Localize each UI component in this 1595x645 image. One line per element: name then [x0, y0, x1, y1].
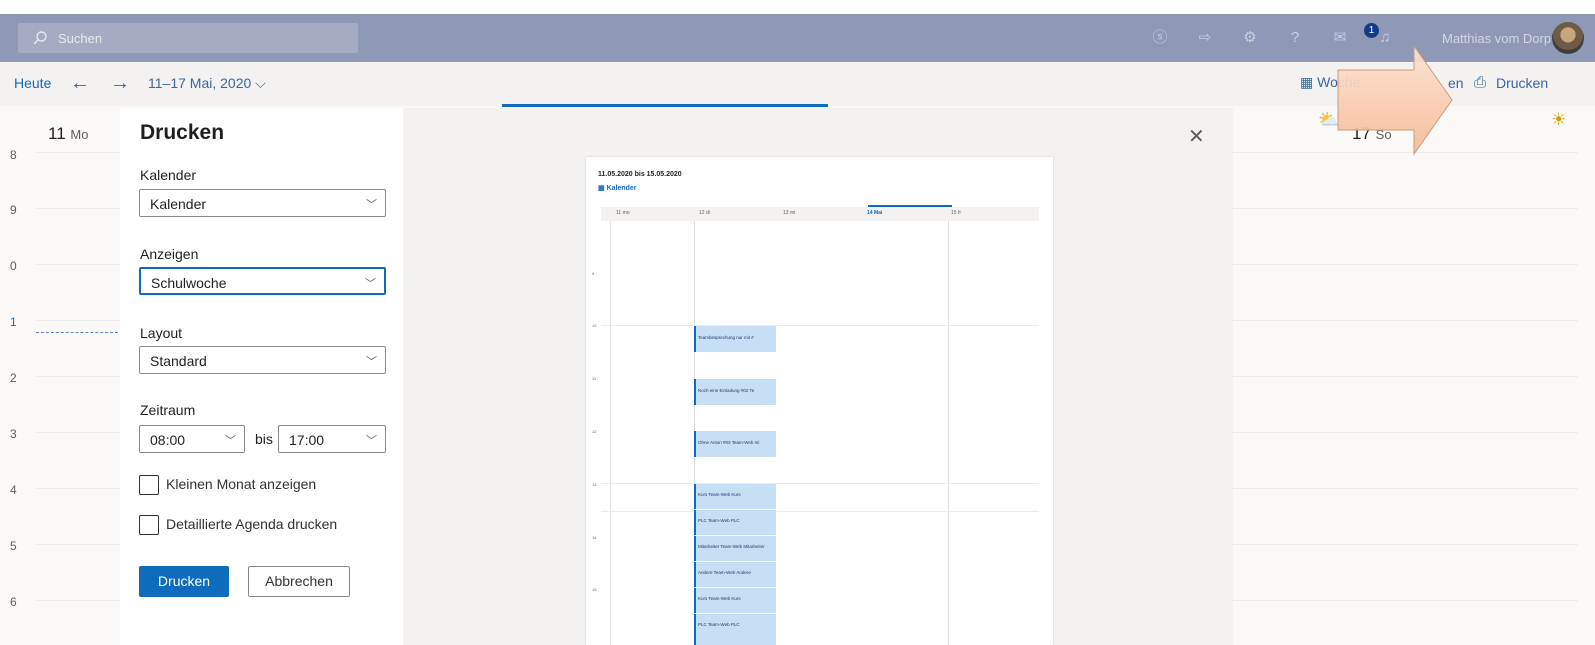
- preview-calendar-name: ▦ Kalender: [598, 184, 637, 192]
- end-time-value: 17:00: [289, 432, 325, 448]
- chevron-down-icon: ﹀: [366, 199, 377, 211]
- layout-select[interactable]: Standard ﹀: [139, 346, 386, 374]
- selected-day-indicator: [502, 104, 828, 107]
- hour-label: 8: [10, 148, 17, 162]
- preview-event: Mitarbeiter Team-Web Mitarbeiter: [694, 536, 776, 561]
- calendar-view-icon: ▦: [1300, 74, 1314, 90]
- hour-label: 6: [10, 595, 17, 609]
- skype-icon[interactable]: ⓢ: [1150, 28, 1170, 48]
- small-month-label[interactable]: Kleinen Monat anzeigen: [166, 476, 316, 492]
- dialog-title: Drucken: [140, 121, 225, 144]
- preview-event: PLC Team-Web PLC: [694, 614, 776, 645]
- preview-event: Kurs Team-Web Kurs: [694, 484, 776, 509]
- display-label: Anzeigen: [140, 246, 199, 262]
- detailed-agenda-label[interactable]: Detaillierte Agenda drucken: [166, 516, 337, 532]
- preview-column-header: 12 di: [699, 210, 710, 216]
- day-header-monday[interactable]: 11 Mo: [48, 124, 88, 144]
- preview-hour-label: 15: [592, 587, 597, 592]
- layout-select-value: Standard: [150, 353, 207, 369]
- calendar-select-value: Kalender: [150, 196, 207, 212]
- arrow-right-icon[interactable]: →: [110, 72, 130, 95]
- feedback-icon[interactable]: ⇨: [1195, 28, 1215, 48]
- date-range-label: 11–17 Mai, 2020: [148, 75, 252, 91]
- preview-calendar-label: Kalender: [606, 185, 637, 192]
- search-box[interactable]: Suchen: [18, 23, 358, 53]
- preview-column-header: 15 fr: [951, 210, 962, 216]
- pointer-arrow-callout: [1337, 44, 1453, 156]
- start-time-select[interactable]: 08:00 ﹀: [139, 425, 245, 453]
- preview-hour-label: 9: [592, 271, 595, 276]
- chevron-down-icon: ﹀: [365, 278, 376, 290]
- print-button-toolbar[interactable]: Drucken: [1496, 75, 1548, 91]
- small-month-checkbox[interactable]: [139, 475, 159, 495]
- date-range-picker[interactable]: 11–17 Mai, 2020 ⌵: [148, 75, 266, 92]
- arrow-left-icon[interactable]: ←: [70, 72, 90, 95]
- chevron-down-icon: ﹀: [366, 356, 377, 368]
- preview-column-line: [610, 221, 611, 645]
- calendar-icon: ▦: [598, 185, 605, 192]
- preview-header-row: [601, 207, 1039, 221]
- avatar[interactable]: [1552, 22, 1584, 54]
- preview-event: Teambesprechung nur mit #: [694, 326, 776, 352]
- search-icon: [33, 31, 47, 45]
- preview-event: Andere Team-Web Andere: [694, 562, 776, 587]
- preview-selected-indicator: [868, 205, 952, 207]
- hour-label: 5: [10, 539, 17, 553]
- preview-event: Noch eine Einladung #02 Te: [694, 379, 776, 405]
- today-button[interactable]: Heute: [14, 75, 51, 91]
- hour-label: 9: [10, 203, 17, 217]
- hour-label: 0: [10, 259, 17, 273]
- search-placeholder: Suchen: [58, 30, 103, 46]
- preview-hour-line: [601, 483, 1039, 484]
- bis-label: bis: [255, 431, 273, 447]
- detailed-agenda-checkbox[interactable]: [139, 515, 159, 535]
- preview-column-header: 11 mo: [616, 210, 630, 216]
- gear-icon[interactable]: ⚙: [1240, 28, 1260, 48]
- calendar-label: Kalender: [140, 167, 197, 183]
- user-name[interactable]: Matthias vom Dorp: [1442, 31, 1551, 46]
- time-range-label: Zeitraum: [140, 402, 196, 418]
- preview-event: Kurs Team-Web Kurs: [694, 588, 776, 613]
- preview-title: 11.05.2020 bis 15.05.2020: [598, 171, 682, 178]
- day-name: Mo: [70, 127, 89, 142]
- current-time-line: [36, 332, 118, 333]
- print-button[interactable]: Drucken: [139, 566, 229, 597]
- preview-hour-label: 12: [592, 429, 597, 434]
- preview-hour-label: 13: [592, 482, 597, 487]
- start-time-value: 08:00: [150, 432, 186, 448]
- printer-icon: ⎙: [1474, 74, 1487, 91]
- preview-hour-line: [601, 325, 1039, 326]
- chevron-down-icon: ﹀: [225, 435, 236, 447]
- sun-icon: ☀: [1551, 110, 1567, 129]
- cancel-button[interactable]: Abbrechen: [248, 566, 350, 597]
- chevron-down-icon: ﹀: [366, 435, 377, 447]
- display-select-value: Schulwoche: [151, 275, 227, 291]
- close-icon[interactable]: ✕: [1188, 124, 1205, 149]
- preview-column-header: 13 mi: [783, 210, 796, 216]
- preview-hour-label: 10: [592, 323, 597, 328]
- preview-column-line: [948, 221, 949, 645]
- top-strip: [0, 0, 1595, 14]
- display-select[interactable]: Schulwoche ﹀: [139, 267, 386, 295]
- hour-label-current: 1: [10, 315, 17, 329]
- hour-label: 4: [10, 483, 17, 497]
- day-number: 11: [48, 124, 66, 143]
- hour-label: 3: [10, 427, 17, 441]
- preview-hour-label: 11: [592, 376, 597, 381]
- hour-label: 2: [10, 371, 17, 385]
- preview-column-header-selected: 14 Mai: [867, 210, 883, 216]
- preview-hour-line: [601, 511, 1039, 512]
- preview-event: PLC Team-Web PLC: [694, 510, 776, 535]
- preview-page: 11.05.2020 bis 15.05.2020 ▦ Kalender 11 …: [586, 157, 1053, 645]
- layout-label: Layout: [140, 325, 183, 341]
- help-icon[interactable]: ?: [1285, 28, 1305, 48]
- calendar-select[interactable]: Kalender ﹀: [139, 189, 386, 217]
- end-time-select[interactable]: 17:00 ﹀: [278, 425, 386, 453]
- preview-event: Ohne Anton #03 Team-Web mi: [694, 431, 776, 457]
- chevron-down-icon: ⌵: [255, 75, 266, 91]
- preview-hour-label: 14: [592, 535, 597, 540]
